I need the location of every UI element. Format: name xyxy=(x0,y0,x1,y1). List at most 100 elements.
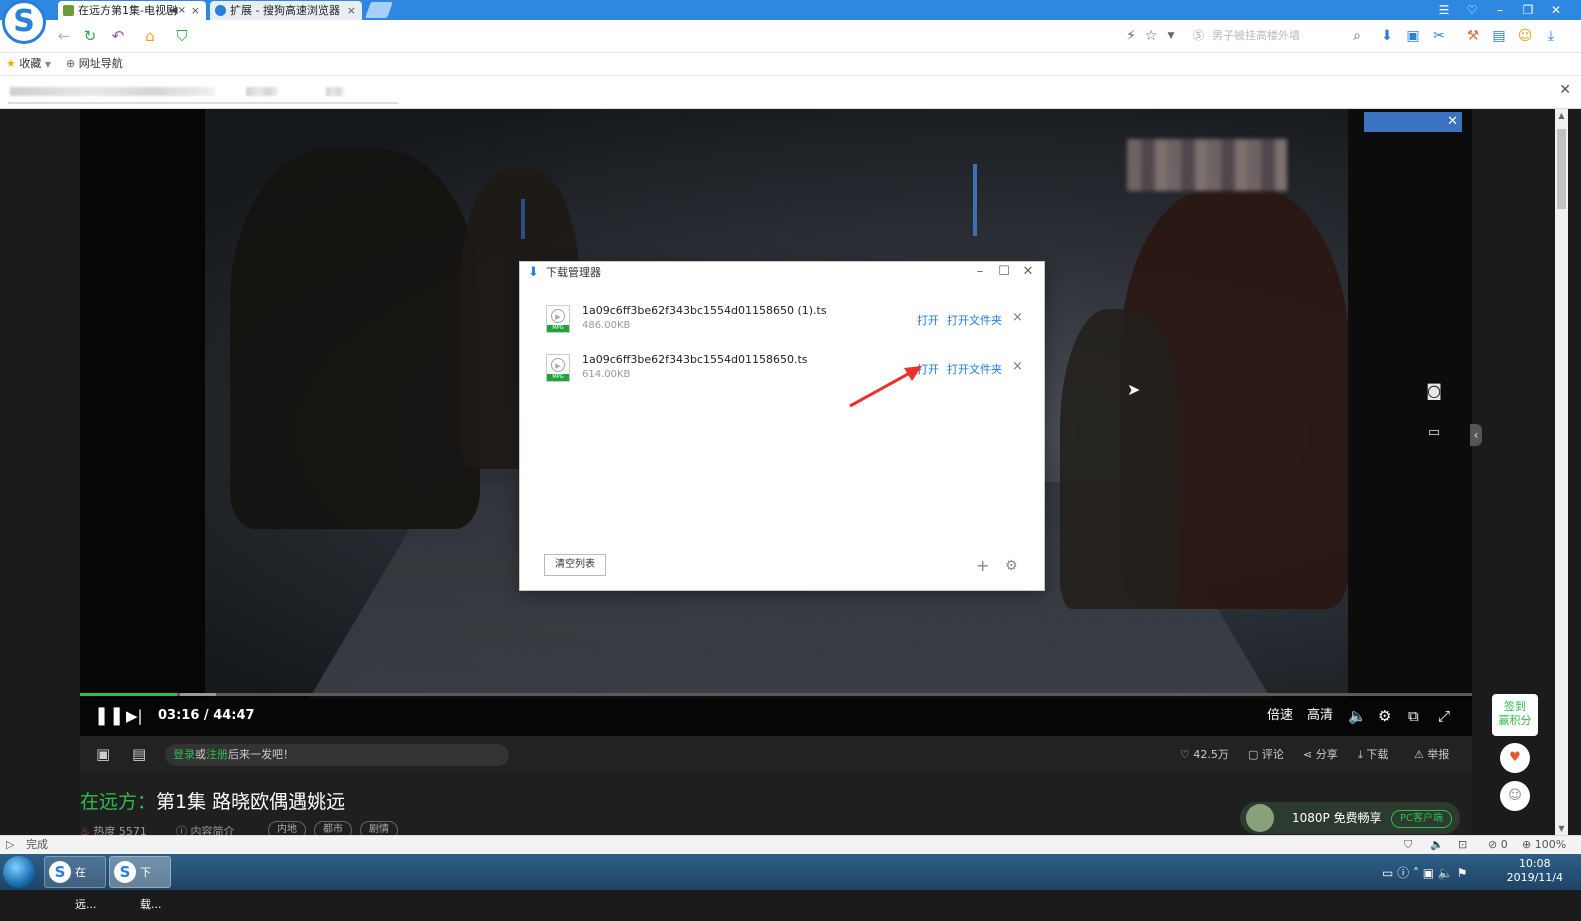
block-count[interactable]: ⊘ 0 xyxy=(1488,836,1508,854)
downloads-icon[interactable]: ⤓ xyxy=(1542,27,1560,45)
reader-icon[interactable]: ▤ xyxy=(1490,27,1508,45)
speed-button[interactable]: 倍速 xyxy=(1267,706,1293,726)
close-button[interactable]: ✕ xyxy=(1018,264,1038,279)
home-icon[interactable]: ⌂ xyxy=(140,26,160,46)
scrollbar-thumb[interactable] xyxy=(1557,129,1566,209)
chevron-down-icon: ▼ xyxy=(44,60,52,69)
start-button[interactable] xyxy=(3,856,35,888)
video-file-icon: ▶ MPG xyxy=(546,354,570,382)
clear-list-button[interactable]: 清空列表 xyxy=(544,554,606,576)
share-button[interactable]: ⋖ 分享 xyxy=(1303,747,1338,763)
quality-button[interactable]: 高清 xyxy=(1307,706,1333,726)
danmu-input[interactable]: 登录或注册后来一发吧！ xyxy=(165,744,509,766)
restore-button[interactable]: ❐ xyxy=(1514,1,1542,19)
volume-icon[interactable]: 🔈 xyxy=(1348,706,1367,726)
pc-client-button[interactable]: PC客户端 xyxy=(1390,810,1452,828)
tab-video[interactable]: 在远方第1集-电视剧 ◀× × xyxy=(58,1,206,20)
shield-icon[interactable]: ⛉ xyxy=(172,26,192,46)
settings-icon[interactable]: ⚙ xyxy=(1378,706,1391,726)
mute-icon[interactable]: ◀× xyxy=(170,1,186,20)
sign-in-widget[interactable]: 签到 赢积分 xyxy=(1492,694,1538,736)
new-tab-button[interactable] xyxy=(365,2,393,18)
favorites-button[interactable]: ★ 收藏 ▼ xyxy=(6,56,51,73)
open-file-link[interactable]: 打开 xyxy=(917,361,939,377)
file-badge: MPG xyxy=(547,325,569,332)
close-window-button[interactable]: ✕ xyxy=(1542,1,1570,19)
windows-taskbar: S 在远... S 下载... ▭ ⓘ ˄ ▣ 🔈 ⚑ 10:08 2019/1… xyxy=(0,854,1581,911)
camera-icon[interactable]: ◙ xyxy=(1423,381,1445,400)
back-icon[interactable]: ← xyxy=(54,26,74,46)
nav-bookmark[interactable]: ⊕ 网址导航 xyxy=(66,56,123,72)
sound-icon[interactable]: 🔈 xyxy=(1430,836,1444,854)
taskbar-item-downloads[interactable]: S 下载... xyxy=(109,856,171,911)
menu-button[interactable]: ☰ xyxy=(1430,1,1458,19)
search-input[interactable]: Ⓢ 男子被挂高楼外墙 xyxy=(1190,25,1365,47)
comment-button[interactable]: ▢ 评论 xyxy=(1248,747,1284,763)
login-link[interactable]: 登录 xyxy=(173,748,195,761)
remove-item-icon[interactable]: × xyxy=(1012,310,1023,325)
close-icon[interactable]: ✕ xyxy=(1447,112,1458,132)
pixelated-watermark xyxy=(1127,139,1287,191)
pause-icon[interactable]: ❚❚ xyxy=(94,706,124,726)
remove-item-icon[interactable]: × xyxy=(1012,359,1023,374)
collapse-panel-icon[interactable]: ‹ xyxy=(1470,424,1482,446)
refresh-icon[interactable]: ↻ xyxy=(80,26,100,46)
ad-banner[interactable]: ✕ xyxy=(1364,112,1462,132)
lightning-icon[interactable]: ⚡ xyxy=(1122,27,1140,45)
star-icon[interactable]: ☆ xyxy=(1142,27,1160,45)
scissors-icon[interactable]: ✂ xyxy=(1430,27,1448,45)
tab-close-icon[interactable]: × xyxy=(191,1,200,20)
download-button[interactable]: ⤓ 下载 xyxy=(1358,747,1388,763)
bookmarks-bar: ★ 收藏 ▼ ⊕ 网址导航 xyxy=(0,53,1581,76)
skin-button[interactable]: ♡ xyxy=(1458,1,1486,19)
mute-tab-icon[interactable]: ⊡ xyxy=(1458,836,1467,854)
sogou-logo[interactable]: S xyxy=(2,0,46,44)
pin-icon[interactable]: ⬇ xyxy=(1378,27,1396,45)
danmu-prompt: 后来一发吧！ xyxy=(228,748,294,761)
tray-icons[interactable]: ▭ ⓘ ˄ ▣ 🔈 ⚑ xyxy=(1382,864,1467,881)
sign-in-label: 签到 xyxy=(1504,700,1526,713)
episode-title: 第1集 路晓欧偶遇姚远 xyxy=(156,791,346,813)
page-scrollbar[interactable]: ▲ ▼ xyxy=(1555,109,1568,835)
danmu-settings-icon[interactable]: ▤ xyxy=(132,745,146,763)
taskbar-item-browser[interactable]: S 在远... xyxy=(44,856,106,911)
feedback-icon[interactable]: ☺ xyxy=(1500,781,1530,811)
fullscreen-icon[interactable]: ⤢ xyxy=(1438,706,1450,726)
zoom-level[interactable]: ⊕ 100% xyxy=(1522,836,1566,854)
system-clock[interactable]: 10:08 2019/11/4 xyxy=(1507,857,1563,885)
more-icon[interactable]: ☺ xyxy=(1516,27,1534,45)
tab-extensions[interactable]: 扩展 - 搜狗高速浏览器 × xyxy=(210,1,362,20)
danmu-toggle-icon[interactable]: ▣ xyxy=(96,745,110,763)
page-status-icon: ▷ xyxy=(6,838,15,851)
gif-icon[interactable]: ▭ xyxy=(1423,425,1445,440)
scroll-up-icon[interactable]: ▲ xyxy=(1555,111,1568,120)
screenshot-icon[interactable]: ▣ xyxy=(1404,27,1422,45)
pc-client-promo[interactable]: 1080P 免费畅享 PC客户端 xyxy=(1240,802,1460,834)
chevron-down-icon[interactable]: ▼ xyxy=(1162,27,1180,45)
window-mode-icon[interactable]: ⧉ xyxy=(1408,706,1419,726)
open-file-link[interactable]: 打开 xyxy=(917,312,939,328)
minimize-button[interactable]: – xyxy=(970,264,990,279)
video-frame-lamp xyxy=(521,199,525,239)
add-download-icon[interactable]: + xyxy=(976,556,989,575)
favorite-heart-icon[interactable]: ♥ xyxy=(1500,743,1530,773)
register-link[interactable]: 注册 xyxy=(206,748,228,761)
report-button[interactable]: ⚠ 举报 xyxy=(1414,747,1449,763)
maximize-button[interactable]: ☐ xyxy=(994,264,1014,279)
settings-icon[interactable]: ⚙ xyxy=(1005,558,1018,574)
open-folder-link[interactable]: 打开文件夹 xyxy=(947,361,1002,377)
minimize-button[interactable]: – xyxy=(1486,1,1514,19)
next-episode-icon[interactable]: ▶| xyxy=(126,706,143,726)
file-badge: MPG xyxy=(547,374,569,381)
download-item: ▶ MPG 1a09c6ff3be62f343bc1554d01158650 (… xyxy=(544,301,1024,341)
tools-icon[interactable]: ⚒ xyxy=(1464,27,1482,45)
security-icon[interactable]: ⛉ xyxy=(1404,836,1412,854)
open-folder-link[interactable]: 打开文件夹 xyxy=(947,312,1002,328)
series-name[interactable]: 在远方 xyxy=(80,791,137,813)
close-icon[interactable]: ✕ xyxy=(1559,82,1571,98)
like-button[interactable]: ♡ 42.5万 xyxy=(1180,747,1229,763)
tab-close-icon[interactable]: × xyxy=(347,1,356,20)
scroll-down-icon[interactable]: ▼ xyxy=(1555,824,1568,833)
undo-icon[interactable]: ↶ xyxy=(108,26,128,46)
search-icon[interactable]: ⌕ xyxy=(1348,27,1366,45)
